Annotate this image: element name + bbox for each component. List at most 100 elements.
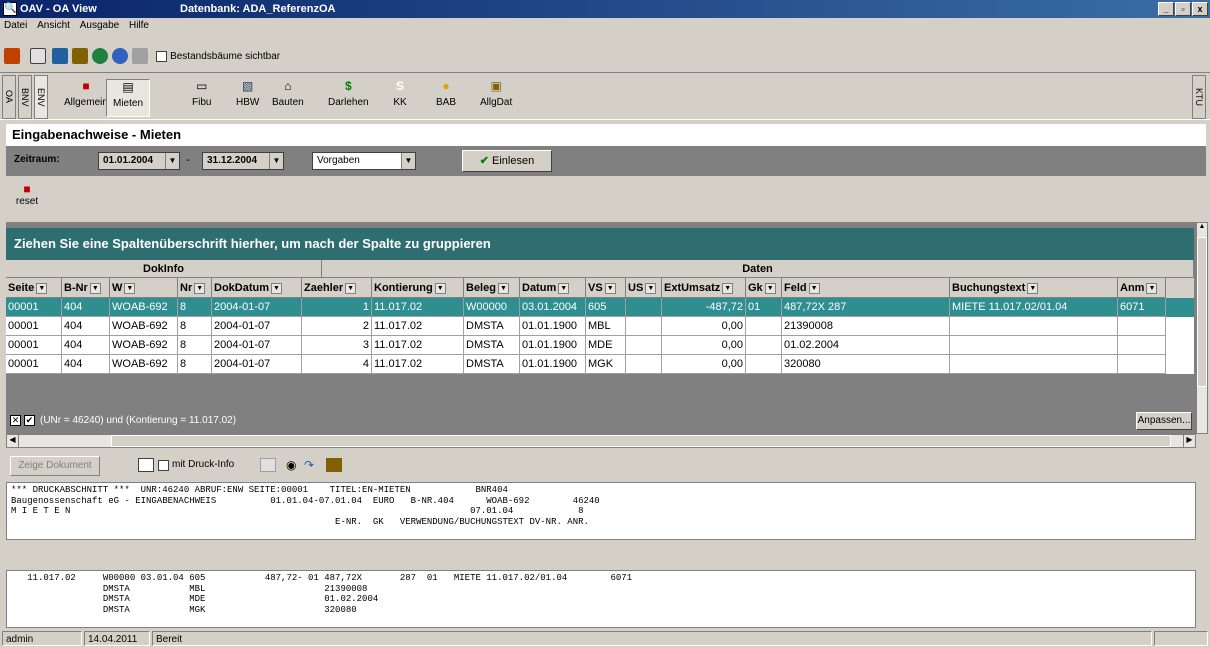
nav-bab[interactable]: ● BAB <box>436 79 456 117</box>
table-cell[interactable]: 2 <box>302 317 372 336</box>
table-cell[interactable]: 11.017.02 <box>372 355 464 374</box>
tab-oa[interactable]: OA <box>2 75 16 119</box>
table-row[interactable]: 00001 404 WOAB-692 8 2004-01-07 4 11.017.02 DMS… <box>6 355 1194 374</box>
vscroll-thumb[interactable] <box>1197 237 1207 387</box>
edit-icon[interactable] <box>326 458 342 472</box>
edit-icon[interactable] <box>72 48 88 64</box>
table-cell[interactable]: 2004-01-07 <box>212 355 302 374</box>
filter-dropdown-icon[interactable]: ▼ <box>604 282 616 294</box>
table-cell[interactable]: 01.01.1900 <box>520 336 586 355</box>
scroll-left-icon[interactable]: ◀ <box>7 435 19 447</box>
nav-hbw[interactable]: ▧ HBW <box>236 79 259 117</box>
column-header-gk[interactable]: Gk ▼ <box>746 278 782 298</box>
table-cell[interactable]: 11.017.02 <box>372 298 464 317</box>
column-header-dokdatum[interactable]: DokDatum ▼ <box>212 278 302 298</box>
print-info-checkbox[interactable] <box>158 460 169 471</box>
table-cell[interactable]: 320080 <box>782 355 950 374</box>
table-cell[interactable]: 01.01.1900 <box>520 317 586 336</box>
table-cell[interactable]: 8 <box>178 298 212 317</box>
table-cell[interactable] <box>950 336 1118 355</box>
table-cell[interactable]: MBL <box>586 317 626 336</box>
scroll-up-icon[interactable]: ▲ <box>1197 223 1207 235</box>
table-cell[interactable]: 404 <box>62 336 110 355</box>
table-cell[interactable] <box>746 336 782 355</box>
table-cell[interactable] <box>626 336 662 355</box>
column-header-buchungstext[interactable]: Buchungstext ▼ <box>950 278 1118 298</box>
table-cell[interactable]: 487,72X 287 <box>782 298 950 317</box>
menu-ansicht[interactable]: Ansicht <box>37 20 70 31</box>
tab-env[interactable]: ENV <box>34 75 48 119</box>
table-cell[interactable] <box>950 355 1118 374</box>
einlesen-button[interactable]: ✔ Einlesen <box>462 150 552 172</box>
column-header-kontierung[interactable]: Kontierung ▼ <box>372 278 464 298</box>
help-icon[interactable] <box>112 48 128 64</box>
clear-filter-icon[interactable]: ✕ <box>10 415 21 426</box>
table-cell[interactable]: WOAB-692 <box>110 355 178 374</box>
table-cell[interactable]: DMSTA <box>464 355 520 374</box>
date-from-picker[interactable]: 01.01.2004 ▼ <box>98 152 180 170</box>
table-cell[interactable]: WOAB-692 <box>110 298 178 317</box>
table-cell[interactable]: 1 <box>302 298 372 317</box>
table-cell[interactable]: MIETE 11.017.02/01.04 <box>950 298 1118 317</box>
scroll-right-icon[interactable]: ▶ <box>1183 435 1195 447</box>
show-document-button[interactable]: Zeige Dokument <box>10 456 100 476</box>
table-cell[interactable]: 404 <box>62 298 110 317</box>
binoculars-icon[interactable]: ◉ <box>286 458 302 472</box>
search-next-icon[interactable]: ↷ <box>304 458 320 472</box>
group-by-hint[interactable]: Ziehen Sie eine Spaltenüberschrift hierh… <box>6 228 1194 260</box>
table-cell[interactable]: -487,72 <box>662 298 746 317</box>
column-header-anm[interactable]: Anm ▼ <box>1118 278 1166 298</box>
table-cell[interactable]: 0,00 <box>662 355 746 374</box>
table-cell[interactable] <box>626 317 662 336</box>
table-cell[interactable]: 21390008 <box>782 317 950 336</box>
menu-hilfe[interactable]: Hilfe <box>129 20 149 31</box>
table-cell[interactable]: DMSTA <box>464 336 520 355</box>
filter-dropdown-icon[interactable]: ▼ <box>271 282 283 294</box>
mode-select[interactable]: Vorgaben ▼ <box>312 152 416 170</box>
table-cell[interactable] <box>626 355 662 374</box>
table-cell[interactable]: DMSTA <box>464 317 520 336</box>
table-cell[interactable] <box>1118 336 1166 355</box>
table-cell[interactable]: W00000 <box>464 298 520 317</box>
column-header-vs[interactable]: VS ▼ <box>586 278 626 298</box>
table-cell[interactable]: 11.017.02 <box>372 336 464 355</box>
table-cell[interactable]: 00001 <box>6 298 62 317</box>
nav-mieten[interactable]: ▤ Mieten <box>106 79 151 117</box>
binoculars-icon[interactable] <box>132 48 148 64</box>
table-cell[interactable]: 8 <box>178 355 212 374</box>
table-cell[interactable]: 605 <box>586 298 626 317</box>
nav-kk[interactable]: S KK <box>392 79 408 117</box>
table-cell[interactable]: 01.01.1900 <box>520 355 586 374</box>
table-cell[interactable]: 0,00 <box>662 336 746 355</box>
filter-dropdown-icon[interactable]: ▼ <box>345 282 357 294</box>
table-cell[interactable]: 01 <box>746 298 782 317</box>
close-button[interactable]: x <box>1192 2 1208 16</box>
nav-allgdat[interactable]: ▣ AllgDat <box>480 79 512 117</box>
filter-dropdown-icon[interactable]: ▼ <box>722 282 734 294</box>
table-cell[interactable]: 4 <box>302 355 372 374</box>
filter-dropdown-icon[interactable]: ▼ <box>764 282 776 294</box>
table-cell[interactable]: 2004-01-07 <box>212 298 302 317</box>
table-cell[interactable] <box>626 298 662 317</box>
table-cell[interactable]: 8 <box>178 317 212 336</box>
table-row[interactable]: 00001 404 WOAB-692 8 2004-01-07 3 11.017.02 DMS… <box>6 336 1194 355</box>
table-cell[interactable] <box>1118 355 1166 374</box>
globe-icon[interactable] <box>92 48 108 64</box>
table-cell[interactable]: 00001 <box>6 336 62 355</box>
maximize-button[interactable]: ▫ <box>1175 2 1191 16</box>
table-cell[interactable]: 01.02.2004 <box>782 336 950 355</box>
date-to-picker[interactable]: 31.12.2004 ▼ <box>202 152 284 170</box>
nav-fibu[interactable]: ▭ Fibu <box>192 79 211 117</box>
column-header-us[interactable]: US ▼ <box>626 278 662 298</box>
table-cell[interactable]: 404 <box>62 317 110 336</box>
nav-darlehen[interactable]: $ Darlehen <box>328 79 369 117</box>
mail-icon[interactable] <box>52 48 68 64</box>
filter-dropdown-icon[interactable]: ▼ <box>1027 282 1039 294</box>
table-cell[interactable]: WOAB-692 <box>110 317 178 336</box>
column-header-w[interactable]: W ▼ <box>110 278 178 298</box>
table-cell[interactable]: 2004-01-07 <box>212 336 302 355</box>
filter-dropdown-icon[interactable]: ▼ <box>645 282 657 294</box>
filter-dropdown-icon[interactable]: ▼ <box>558 282 570 294</box>
column-header-datum[interactable]: Datum ▼ <box>520 278 586 298</box>
table-cell[interactable] <box>1118 317 1166 336</box>
